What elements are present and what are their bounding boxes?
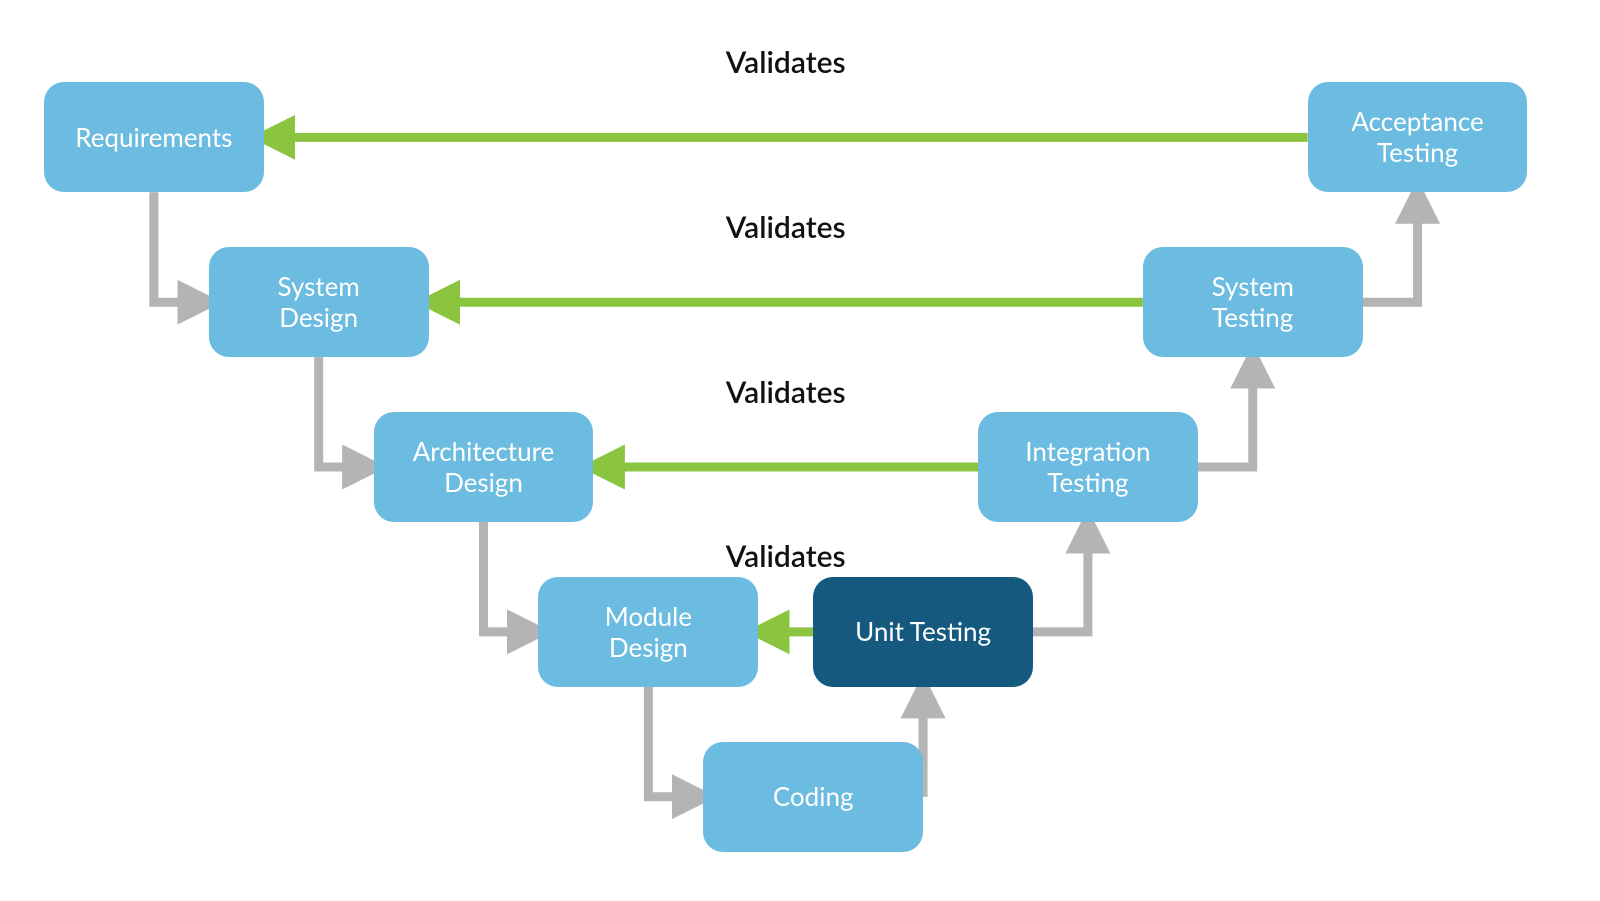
validates-label-3: Validates (726, 374, 846, 410)
node-system-design: SystemDesign (209, 247, 429, 357)
node-label: Requirements (75, 122, 232, 153)
node-label: IntegrationTesting (1025, 436, 1150, 498)
node-label: ArchitectureDesign (413, 436, 555, 498)
node-label: Coding (773, 781, 854, 812)
node-requirements: Requirements (44, 82, 264, 192)
validates-label-1: Validates (726, 44, 846, 80)
node-integration-testing: IntegrationTesting (978, 412, 1198, 522)
node-architecture-design: ArchitectureDesign (374, 412, 594, 522)
validates-label-2: Validates (726, 209, 846, 245)
node-label: AcceptanceTesting (1351, 106, 1483, 168)
node-acceptance-testing: AcceptanceTesting (1308, 82, 1528, 192)
validates-label-4: Validates (726, 538, 846, 574)
node-system-testing: SystemTesting (1143, 247, 1363, 357)
node-label: Unit Testing (855, 616, 991, 647)
node-module-design: ModuleDesign (538, 577, 758, 687)
node-unit-testing: Unit Testing (813, 577, 1033, 687)
node-label: ModuleDesign (605, 601, 692, 663)
node-label: SystemDesign (278, 271, 360, 333)
node-coding: Coding (703, 742, 923, 852)
node-label: SystemTesting (1212, 271, 1294, 333)
